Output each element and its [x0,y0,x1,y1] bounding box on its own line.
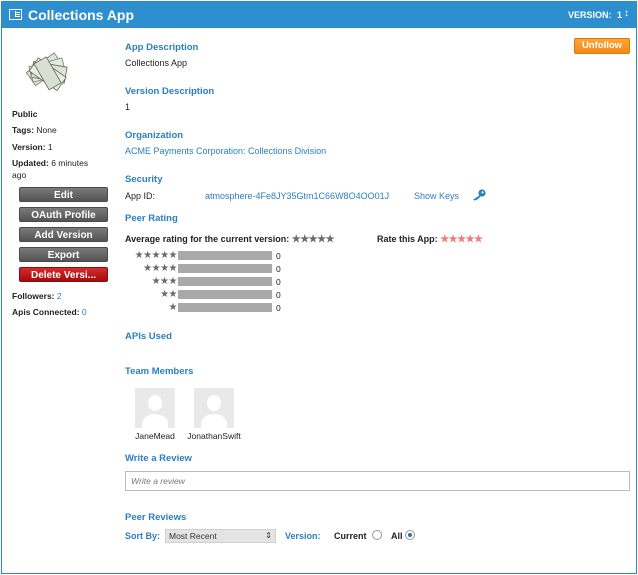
delete-version-button[interactable]: Delete Versi... [19,267,108,282]
page-title: Collections App [28,7,135,23]
tags-row: Tags: None [12,125,57,135]
version-select[interactable]: 1 [617,10,622,20]
all-radio[interactable] [405,530,415,540]
visibility-status: Public [12,109,38,119]
apis-connected-row: Apis Connected: 0 [12,307,87,317]
version-caret-icon[interactable]: ↕ [624,8,629,19]
version-label: VERSION: [568,10,612,20]
version-description-heading: Version Description [125,86,215,97]
team-members-heading: Team Members [125,366,194,377]
rating-row-stars: ★★★ [151,276,178,287]
rating-row-count: 0 [276,251,281,261]
unfollow-button[interactable]: Unfollow [574,38,630,54]
show-keys-link[interactable]: Show Keys [414,191,459,201]
average-rating-row: Average rating for the current version: … [125,234,335,245]
rating-row-stars: ★★★★★ [134,250,178,261]
peer-rating-heading: Peer Rating [125,213,178,224]
security-heading: Security [125,174,163,185]
peer-reviews-heading: Peer Reviews [125,512,187,523]
sort-by-value: Most Recent [169,531,217,541]
rating-row-stars: ★★ [160,289,177,300]
team-member-name[interactable]: JaneMead [125,431,185,441]
user-silhouette-icon[interactable] [194,388,234,428]
money-stack-icon [25,52,68,92]
sort-by-label: Sort By: [125,531,161,541]
oauth-profile-button[interactable]: OAuth Profile [19,207,108,222]
rating-row-count: 0 [276,303,281,313]
app-id-label: App ID: [125,191,156,201]
rating-row-count: 0 [276,277,281,287]
version-row: Version: 1 [12,142,53,152]
title-bar: Collections App VERSION: 1 ↕ [2,2,636,28]
user-silhouette-icon[interactable] [135,388,175,428]
version-filter-label: Version: [285,531,321,541]
rating-row-count: 0 [276,290,281,300]
average-rating-stars: ★★★★★ [291,234,335,245]
organization-heading: Organization [125,130,184,141]
all-radio-label[interactable]: All [391,531,403,541]
rate-app-label: Rate this App: [377,234,438,244]
team-member-name[interactable]: JonathanSwift [184,431,244,441]
rating-row-bar [178,251,272,260]
rating-row-bar [178,277,272,286]
apis-connected-link[interactable]: 0 [82,307,87,317]
edit-button[interactable]: Edit [19,187,108,202]
apis-used-heading: APIs Used [125,331,172,342]
current-radio[interactable] [372,530,382,540]
app-description: Collections App [125,58,188,68]
app-window-icon [9,9,22,20]
rate-app-row: Rate this App: ★★★★★ [377,234,483,245]
select-caret-icon: ⇕ [265,531,272,540]
updated-row: Updated: 6 minutes ago [12,158,89,180]
rating-row-bar [178,303,272,312]
review-input[interactable] [125,471,630,491]
team-member[interactable]: JaneMead [125,388,185,441]
rating-row-bar [178,264,272,273]
followers-row: Followers: 2 [12,291,62,301]
version-description: 1 [125,102,131,112]
sort-by-select[interactable]: Most Recent ⇕ [165,529,276,543]
rating-row-count: 0 [276,264,281,274]
rating-row-stars: ★ [168,302,178,313]
write-review-heading: Write a Review [125,453,192,464]
rate-app-stars[interactable]: ★★★★★ [440,234,483,245]
current-radio-label[interactable]: Current [334,531,367,541]
app-window: Collections App VERSION: 1 ↕ Public Tags… [1,1,637,574]
organization-link[interactable]: ACME Payments Corporation: Collections D… [125,146,326,156]
export-button[interactable]: Export [19,247,108,262]
app-id-value: atmosphere-4Fe8JY35Gtm1C66W8O4OO01J [205,191,390,201]
rating-row-bar [178,290,272,299]
app-description-heading: App Description [125,42,199,53]
team-member[interactable]: JonathanSwift [184,388,244,441]
add-version-button[interactable]: Add Version [19,227,108,242]
key-icon[interactable] [471,188,487,201]
rating-row-stars: ★★★★ [143,263,177,274]
average-rating-label: Average rating for the current version: [125,234,290,244]
followers-count-link[interactable]: 2 [57,291,62,301]
